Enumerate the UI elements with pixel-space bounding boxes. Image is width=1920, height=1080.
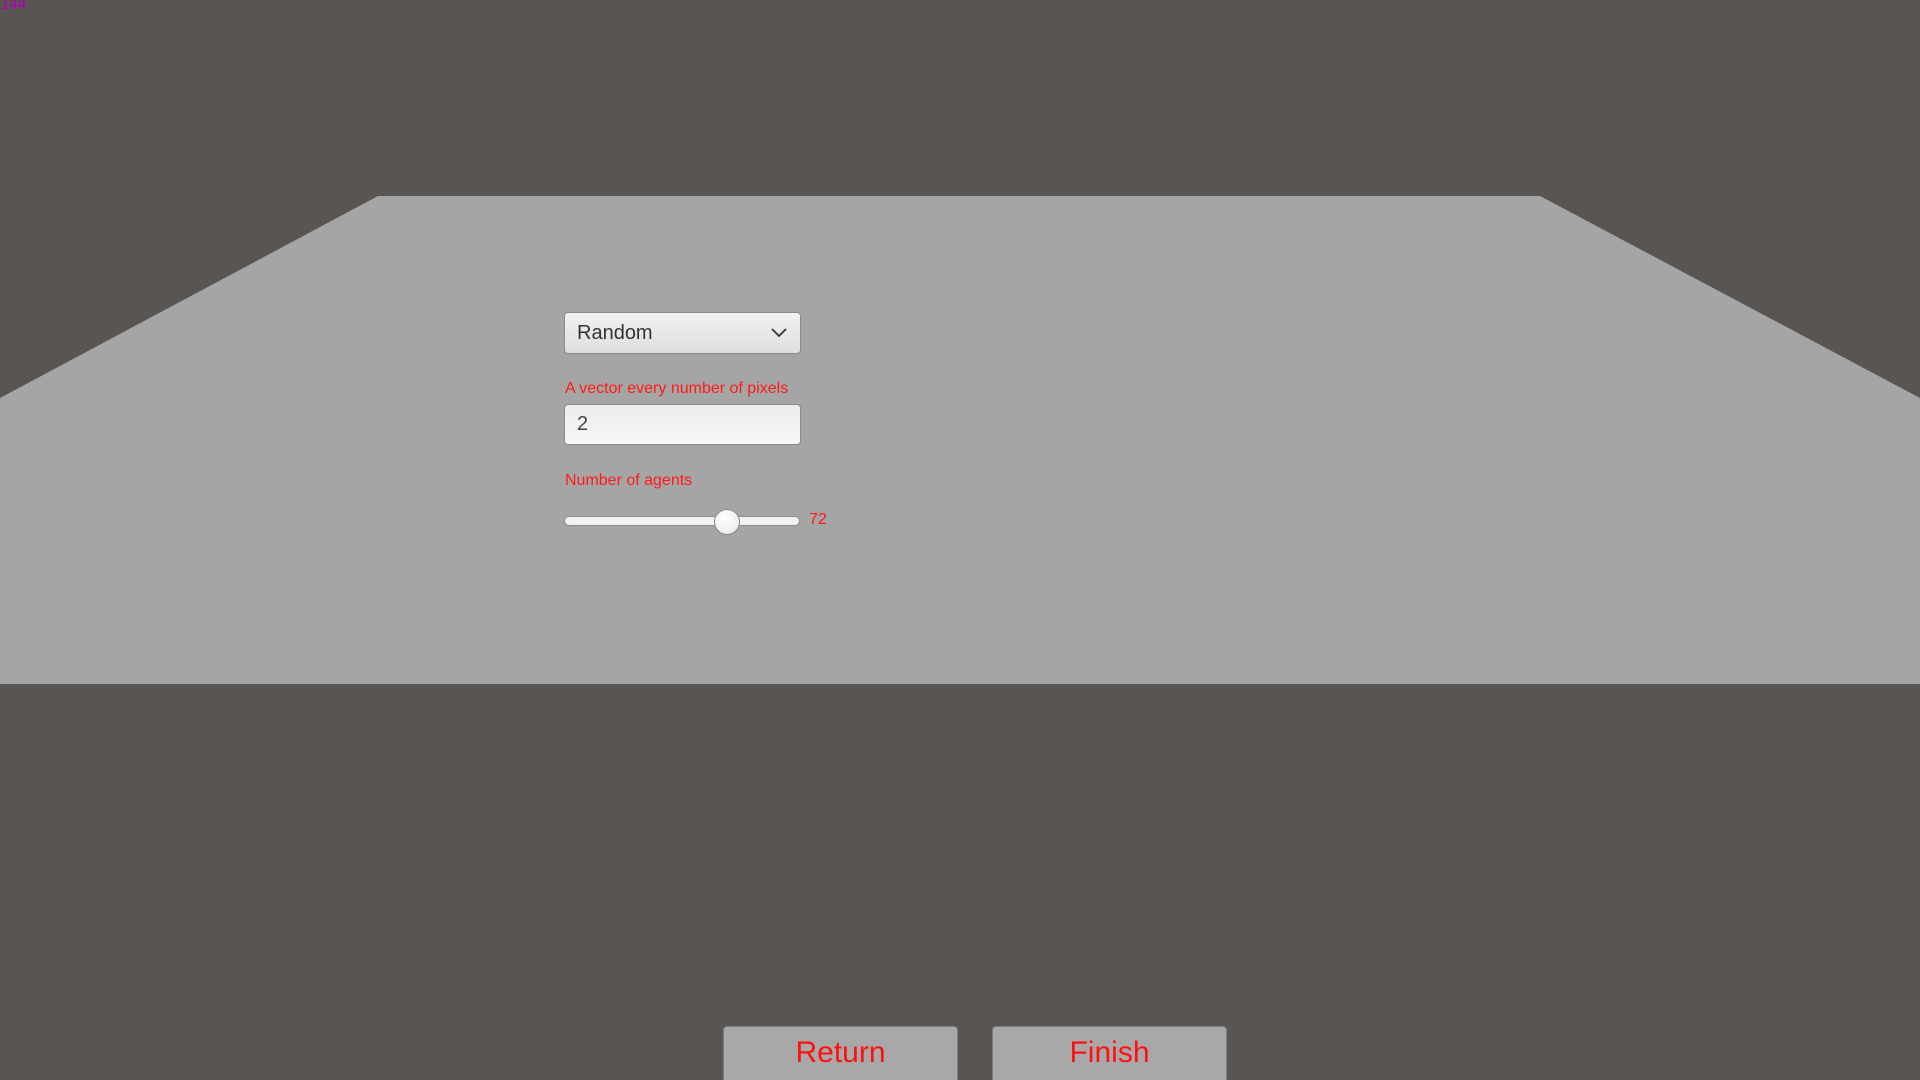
agents-count-label: Number of agents xyxy=(565,472,693,489)
agents-count-value: 72 xyxy=(809,511,827,528)
agents-slider-handle[interactable] xyxy=(713,509,740,535)
vector-spacing-label: A vector every number of pixels xyxy=(565,380,789,397)
dropdown-selected-value: Random xyxy=(577,321,653,344)
mode-dropdown[interactable]: Random xyxy=(564,312,801,354)
agents-slider-track[interactable] xyxy=(564,516,800,526)
vector-spacing-input[interactable] xyxy=(564,404,801,445)
fps-counter: 144 xyxy=(0,0,27,13)
scene-viewport: 144 Random A vector every number of pixe… xyxy=(0,0,1920,1080)
return-button[interactable]: Return xyxy=(723,1026,958,1080)
floor-surface xyxy=(0,196,1920,684)
floor-plane xyxy=(0,196,1920,684)
chevron-down-icon xyxy=(770,324,788,342)
finish-button[interactable]: Finish xyxy=(992,1026,1227,1080)
